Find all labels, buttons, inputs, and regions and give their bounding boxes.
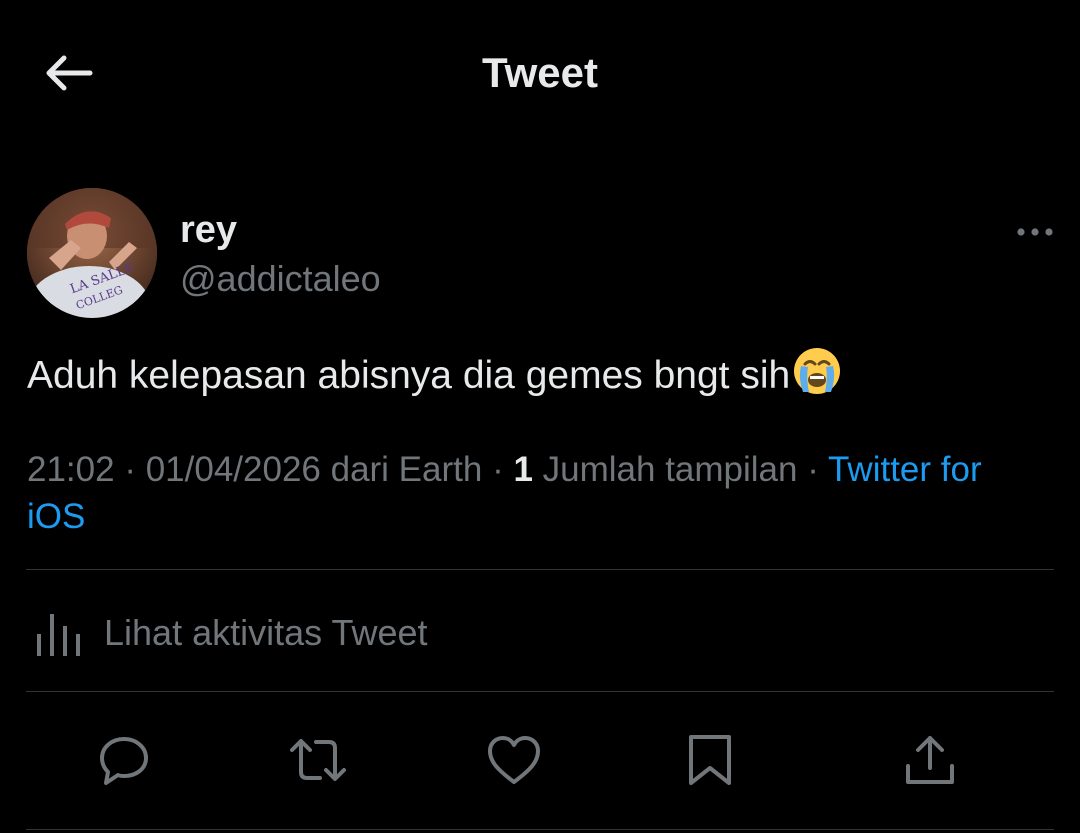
- page-title: Tweet: [482, 49, 598, 96]
- tweet-meta: 21:02 · 01/04/2026 dari Earth · 1 Jumlah…: [27, 446, 1047, 540]
- more-horizontal-icon: [1017, 228, 1053, 236]
- divider: [26, 829, 1054, 830]
- share-button[interactable]: [900, 730, 960, 790]
- view-tweet-activity-button[interactable]: Lihat aktivitas Tweet: [34, 606, 428, 660]
- bookmark-button[interactable]: [680, 730, 740, 790]
- more-options-button[interactable]: [1010, 218, 1060, 246]
- divider: [26, 569, 1054, 570]
- tweet-time[interactable]: 21:02: [27, 450, 115, 489]
- retweet-icon: [290, 739, 346, 781]
- reply-icon: [100, 737, 148, 785]
- tweet-location: dari Earth: [320, 450, 483, 489]
- bookmark-icon: [689, 735, 731, 785]
- meta-separator: ·: [114, 450, 146, 489]
- meta-separator: ·: [797, 450, 828, 489]
- meta-separator: ·: [482, 450, 514, 489]
- display-name[interactable]: rey: [180, 207, 237, 253]
- reply-button[interactable]: [94, 730, 154, 790]
- view-tweet-activity-label: Lihat aktivitas Tweet: [104, 612, 428, 653]
- user-avatar: LA SALLE COLLEG: [27, 188, 157, 318]
- views-count[interactable]: 1: [513, 450, 532, 489]
- like-icon: [488, 736, 540, 784]
- tweet-date[interactable]: 01/04/2026: [146, 450, 321, 489]
- views-label[interactable]: Jumlah tampilan: [533, 450, 798, 489]
- handle[interactable]: @addictaleo: [180, 256, 381, 302]
- like-button[interactable]: [484, 730, 544, 790]
- tweet-body: Aduh kelepasan abisnya dia gemes bngt si…: [27, 354, 791, 397]
- loudly-crying-face-icon: [792, 346, 842, 411]
- avatar[interactable]: LA SALLE COLLEG: [27, 188, 157, 318]
- retweet-button[interactable]: [288, 730, 348, 790]
- tweet-text: Aduh kelepasan abisnya dia gemes bngt si…: [27, 346, 1047, 411]
- analytics-icon: [37, 614, 80, 656]
- share-icon: [906, 736, 954, 784]
- divider: [26, 691, 1054, 692]
